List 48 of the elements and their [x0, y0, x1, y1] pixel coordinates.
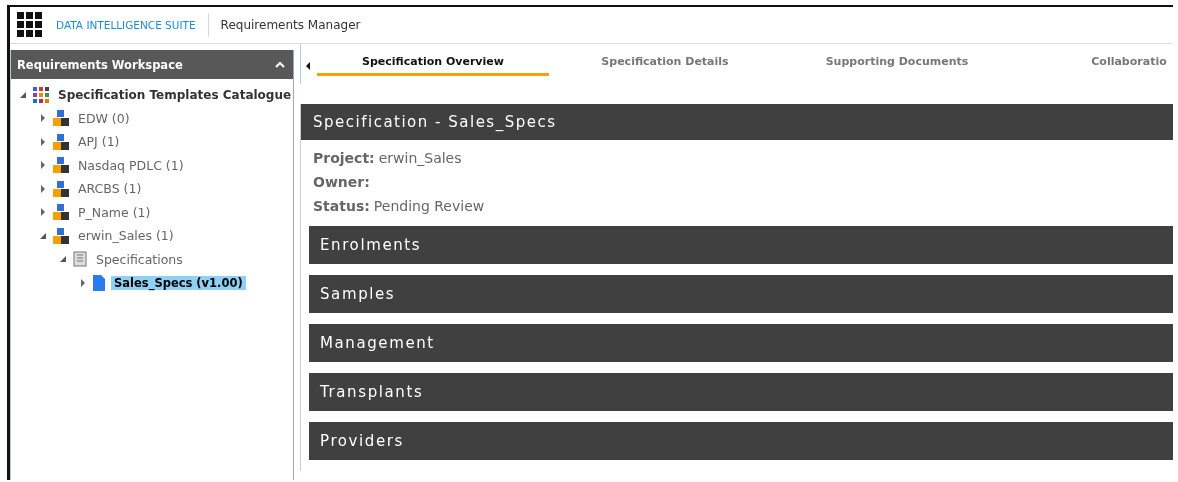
collapsed-arrow-icon[interactable]	[39, 208, 47, 217]
section-header[interactable]: Enrolments	[309, 226, 1173, 264]
field-label: Owner:	[313, 173, 370, 192]
tree-item[interactable]: Nasdaq PDLC (1)	[75, 157, 187, 173]
collapsed-arrow-icon[interactable]	[39, 137, 47, 146]
field-value: erwin_Sales	[378, 149, 462, 168]
section-header[interactable]: Samples	[309, 275, 1173, 313]
blocks-icon	[53, 157, 69, 174]
app-grid-icon[interactable]	[17, 12, 43, 38]
blocks-icon	[53, 180, 69, 197]
tab[interactable]: Collaboratio	[1013, 50, 1173, 76]
tree-item[interactable]: erwin_Sales (1)	[75, 228, 177, 244]
field-label: Status:	[313, 197, 370, 216]
tree-item[interactable]: Specification Templates Catalogue	[55, 87, 295, 102]
sidebar-title: Requirements Workspace	[17, 57, 183, 72]
tab[interactable]: Specification Details	[549, 50, 781, 76]
section-header[interactable]: Management	[309, 324, 1173, 362]
collapsed-arrow-icon[interactable]	[39, 161, 47, 170]
tree-item[interactable]: P_Name (1)	[75, 204, 154, 220]
specification-title: Specification - Sales_Specs	[313, 113, 557, 131]
blocks-icon	[53, 133, 69, 150]
collapse-icon[interactable]	[275, 61, 285, 68]
tree-item[interactable]: Sales_Specs (v1.00)	[111, 275, 246, 290]
tree-item[interactable]: Specifications	[93, 251, 186, 267]
tree-item[interactable]: ARCBS (1)	[75, 181, 145, 197]
blocks-icon	[53, 227, 69, 244]
field-label: Project:	[313, 149, 375, 168]
document-icon	[93, 274, 105, 291]
field-value: Pending Review	[373, 197, 485, 216]
tab[interactable]: Specification Overview	[317, 50, 549, 76]
section-header[interactable]: Providers	[309, 422, 1173, 460]
tree-item[interactable]: APJ (1)	[75, 134, 123, 150]
module-title: Requirements Manager	[220, 18, 361, 32]
scroll-left-icon[interactable]	[305, 62, 311, 70]
collapsed-arrow-icon[interactable]	[39, 114, 47, 123]
blocks-icon	[53, 110, 69, 127]
blocks-icon	[53, 204, 69, 221]
expanded-arrow-icon[interactable]	[59, 255, 67, 264]
tab[interactable]: Supporting Documents	[781, 50, 1013, 76]
collapsed-arrow-icon[interactable]	[79, 278, 87, 287]
expanded-arrow-icon[interactable]	[19, 90, 27, 99]
expanded-arrow-icon[interactable]	[39, 231, 47, 240]
color-grid-icon	[33, 86, 49, 103]
tree-item[interactable]: EDW (0)	[75, 110, 133, 126]
collapsed-arrow-icon[interactable]	[39, 184, 47, 193]
document-stack-icon	[73, 251, 87, 268]
brand-name: DATA INTELLIGENCE SUITE	[56, 13, 209, 37]
section-header[interactable]: Transplants	[309, 373, 1173, 411]
